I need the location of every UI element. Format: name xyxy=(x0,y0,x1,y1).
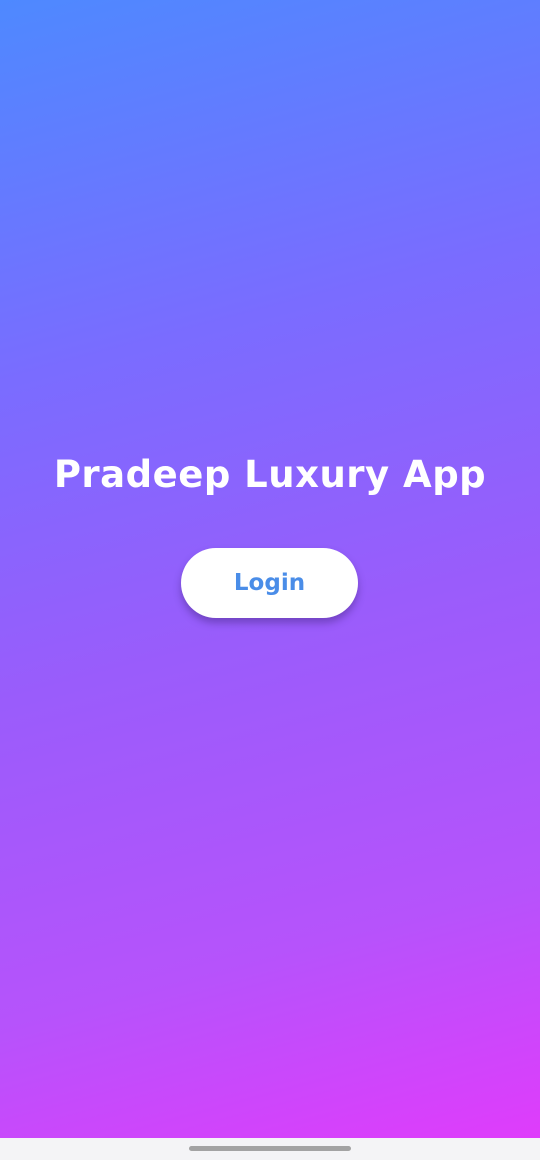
app-title: Pradeep Luxury App xyxy=(53,453,487,496)
system-navigation-bar xyxy=(0,1138,540,1160)
home-indicator[interactable] xyxy=(189,1146,351,1151)
app-screen: Pradeep Luxury App Login xyxy=(0,0,540,1160)
login-button[interactable]: Login xyxy=(181,548,358,618)
